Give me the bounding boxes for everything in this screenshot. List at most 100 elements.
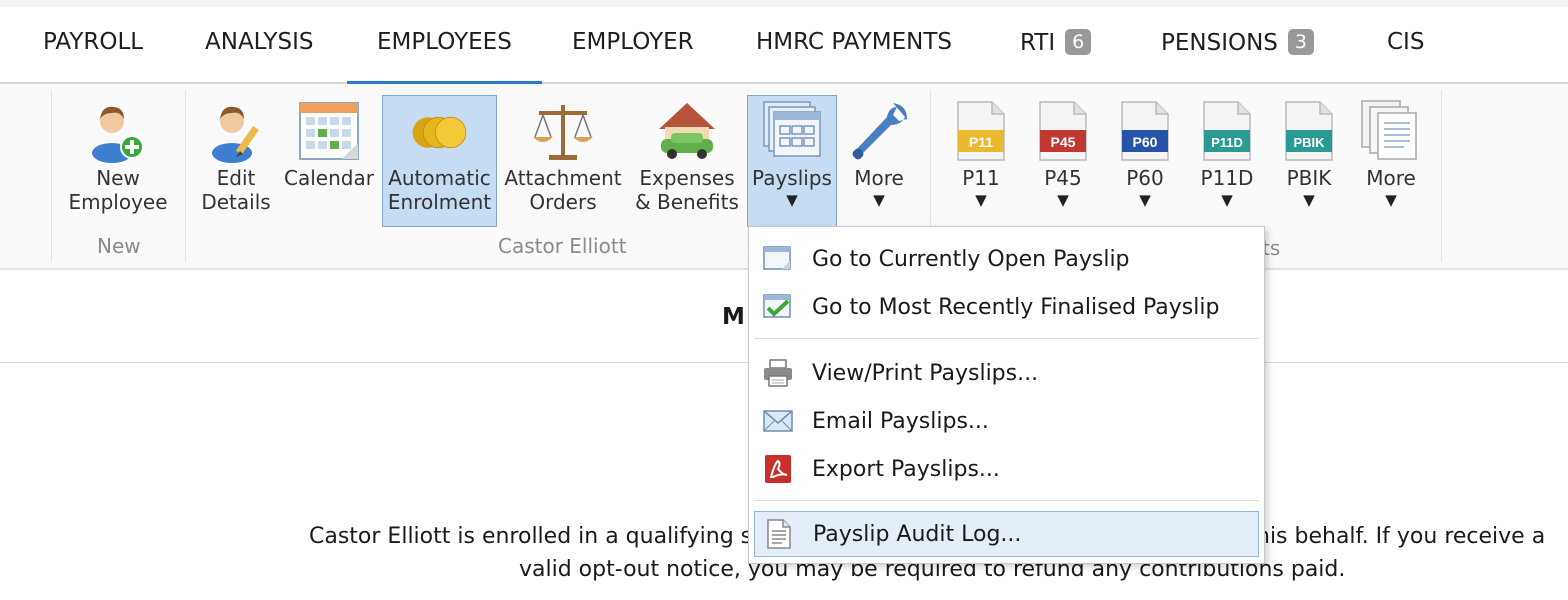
- tab-payroll[interactable]: PAYROLL: [43, 29, 143, 65]
- dropdown-arrow-icon: ▼: [1221, 191, 1233, 209]
- button-label: Calendar: [284, 166, 374, 190]
- button-label: P45: [1044, 166, 1082, 190]
- p11d-form-icon: P11D: [1195, 96, 1259, 166]
- menu-item-label: Go to Most Recently Finalised Payslip: [812, 294, 1220, 320]
- tab-label: HMRC PAYMENTS: [756, 29, 952, 55]
- tab-employer[interactable]: EMPLOYER: [572, 29, 694, 65]
- pbik-form-icon: PBIK: [1277, 96, 1341, 166]
- payslips-dropdown-menu: Go to Currently Open Payslip Go to Most …: [748, 226, 1265, 564]
- button-label: More: [1366, 166, 1416, 190]
- tab-label: EMPLOYER: [572, 29, 694, 55]
- menu-separator: [754, 338, 1259, 339]
- payslips-dropdown-button[interactable]: Payslips ▼: [747, 95, 837, 227]
- ribbon-divider: [51, 90, 52, 262]
- attachment-orders-button[interactable]: Attachment Orders: [504, 96, 622, 226]
- ribbon-group-label-new: New: [97, 234, 141, 258]
- menu-item-export-payslips[interactable]: Export Payslips...: [754, 448, 1259, 490]
- automatic-enrolment-button[interactable]: Automatic Enrolment: [382, 95, 497, 227]
- button-label: More: [854, 166, 904, 190]
- check-document-icon: [754, 293, 802, 321]
- enrolment-message-end: his behalf. If you receive a: [1256, 524, 1546, 549]
- expenses-benefits-button[interactable]: Expenses & Benefits: [632, 96, 742, 226]
- tab-employees[interactable]: EMPLOYEES: [377, 29, 512, 65]
- more-forms-dropdown-button[interactable]: More ▼: [1358, 96, 1424, 226]
- tab-label: PAYROLL: [43, 29, 144, 55]
- button-label: & Benefits: [635, 190, 739, 214]
- dropdown-arrow-icon: ▼: [1303, 191, 1315, 209]
- documents-stack-icon: [1359, 96, 1423, 166]
- svg-text:P11: P11: [969, 134, 993, 150]
- svg-text:P45: P45: [1051, 134, 1076, 150]
- button-label: Automatic: [388, 166, 491, 190]
- tab-pensions[interactable]: PENSIONS 3: [1161, 29, 1314, 65]
- house-car-icon: [655, 96, 719, 166]
- menu-item-view-print-payslips[interactable]: View/Print Payslips...: [754, 352, 1259, 394]
- p11d-dropdown-button[interactable]: P11D P11D ▼: [1196, 96, 1258, 226]
- new-person-icon: [86, 96, 150, 166]
- edit-details-button[interactable]: Edit Details: [201, 96, 271, 226]
- tab-label: PENSIONS: [1161, 30, 1278, 56]
- p60-form-icon: P60: [1113, 96, 1177, 166]
- tab-label: ANALYSIS: [205, 29, 314, 55]
- button-label: New: [96, 166, 140, 190]
- calendar-button[interactable]: Calendar: [284, 96, 374, 226]
- p45-dropdown-button[interactable]: P45 P45 ▼: [1032, 96, 1094, 226]
- button-label: P11: [962, 166, 1000, 190]
- more-tools-dropdown-button[interactable]: More ▼: [846, 96, 912, 226]
- tab-analysis[interactable]: ANALYSIS: [205, 29, 313, 65]
- dropdown-arrow-icon: ▼: [873, 191, 885, 209]
- top-strip: [0, 0, 1568, 7]
- ribbon-group-label-employee: Castor Elliott: [498, 234, 627, 258]
- button-label: Employee: [68, 190, 168, 214]
- rti-count-badge: 6: [1065, 29, 1092, 55]
- p45-form-icon: P45: [1031, 96, 1095, 166]
- edit-person-icon: [204, 96, 268, 166]
- svg-text:P11D: P11D: [1211, 135, 1243, 150]
- dropdown-arrow-icon: ▼: [1139, 191, 1151, 209]
- menu-item-email-payslips[interactable]: Email Payslips...: [754, 400, 1259, 442]
- menu-item-label: Go to Currently Open Payslip: [812, 246, 1130, 272]
- menu-item-go-to-open-payslip[interactable]: Go to Currently Open Payslip: [754, 238, 1259, 280]
- menu-item-label: Email Payslips...: [812, 408, 989, 434]
- scales-icon: [531, 96, 595, 166]
- p60-dropdown-button[interactable]: P60 P60 ▼: [1114, 96, 1176, 226]
- dropdown-arrow-icon: ▼: [1057, 191, 1069, 209]
- envelope-icon: [754, 408, 802, 434]
- menu-item-label: Export Payslips...: [812, 456, 1000, 482]
- pdf-icon: [754, 453, 802, 485]
- button-label: Enrolment: [387, 190, 492, 214]
- pensions-count-badge: 3: [1287, 29, 1314, 55]
- button-label: Details: [201, 190, 271, 214]
- tab-cis[interactable]: CIS: [1387, 29, 1424, 65]
- tab-label: RTI: [1020, 30, 1056, 56]
- dropdown-arrow-icon: ▼: [975, 191, 987, 209]
- p11-form-icon: P11: [949, 96, 1013, 166]
- calendar-icon: [297, 96, 361, 166]
- enrolment-message-start: Castor Elliott is enrolled in a qualifyi…: [309, 524, 765, 549]
- button-label: Edit: [216, 166, 256, 190]
- payslips-icon: [760, 96, 824, 166]
- main-tab-bar: PAYROLL ANALYSIS EMPLOYEES EMPLOYER HMRC…: [0, 7, 1568, 85]
- menu-item-payslip-audit-log[interactable]: Payslip Audit Log...: [754, 511, 1259, 557]
- svg-text:PBIK: PBIK: [1293, 135, 1325, 150]
- p11-dropdown-button[interactable]: P11 P11 ▼: [950, 96, 1012, 226]
- page-heading-fragment: M: [722, 304, 745, 330]
- pbik-dropdown-button[interactable]: PBIK PBIK ▼: [1278, 96, 1340, 226]
- tab-rti[interactable]: RTI 6: [1020, 29, 1092, 65]
- printer-icon: [754, 358, 802, 388]
- tab-hmrc-payments[interactable]: HMRC PAYMENTS: [756, 29, 952, 65]
- log-icon: [755, 518, 803, 550]
- button-label: Attachment: [504, 166, 622, 190]
- menu-item-go-to-finalised-payslip[interactable]: Go to Most Recently Finalised Payslip: [754, 286, 1259, 328]
- tab-label: EMPLOYEES: [377, 29, 512, 55]
- button-label: Payslips: [752, 166, 832, 190]
- wrench-icon: [847, 96, 911, 166]
- dropdown-arrow-icon: ▼: [786, 191, 798, 209]
- svg-text:P60: P60: [1133, 134, 1158, 150]
- dropdown-arrow-icon: ▼: [1385, 191, 1397, 209]
- document-icon: [754, 245, 802, 273]
- button-label: P60: [1126, 166, 1164, 190]
- menu-item-label: View/Print Payslips...: [812, 360, 1039, 386]
- new-employee-button[interactable]: New Employee: [68, 96, 168, 226]
- button-label: Expenses: [639, 166, 735, 190]
